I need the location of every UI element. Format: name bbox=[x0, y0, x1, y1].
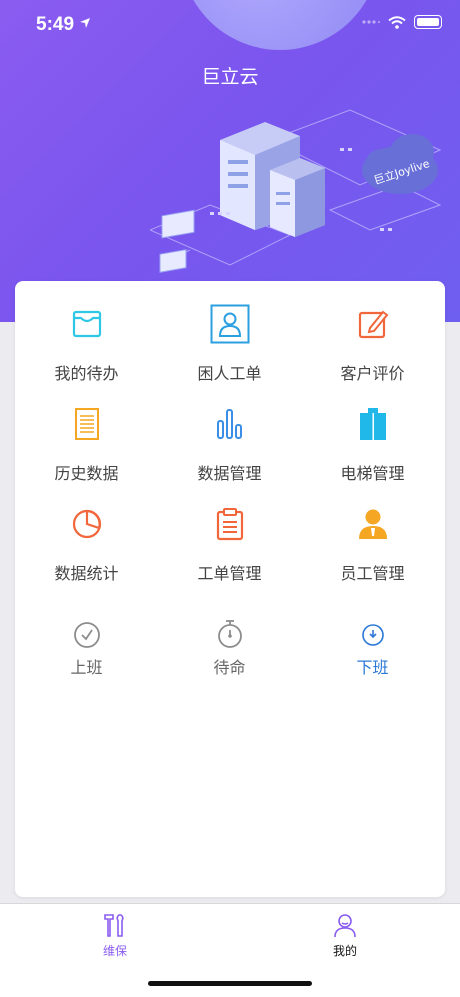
clock-out-button[interactable]: 下班 bbox=[301, 591, 444, 681]
user-icon bbox=[334, 914, 356, 938]
menu-item-elevator-management[interactable]: 电梯管理 bbox=[301, 381, 444, 483]
menu-item-my-todo[interactable]: 我的待办 bbox=[15, 281, 158, 383]
menu-item-label: 员工管理 bbox=[340, 564, 405, 583]
menu-item-history-data[interactable]: 历史数据 bbox=[15, 381, 158, 483]
status-bar: 5:49 bbox=[0, 0, 460, 50]
header-banner: 5:49 巨立云 巨立Joylive bbox=[0, 0, 460, 322]
tab-label: 我的 bbox=[332, 944, 357, 958]
staff-icon bbox=[358, 509, 387, 539]
server-cloud-illustration: 巨立Joylive bbox=[150, 109, 442, 273]
location-arrow-icon bbox=[80, 18, 90, 28]
clock-down-icon bbox=[361, 624, 384, 646]
inbox-icon bbox=[72, 310, 101, 338]
document-icon bbox=[74, 408, 99, 440]
clock-in-button[interactable]: 上班 bbox=[15, 591, 158, 681]
status-time: 5:49 bbox=[36, 14, 75, 35]
person-icon bbox=[210, 304, 249, 344]
clock-in-label: 上班 bbox=[70, 658, 103, 677]
elevator-icon bbox=[359, 408, 386, 440]
clipboard-icon bbox=[216, 508, 243, 541]
page-title: 巨立云 bbox=[201, 66, 259, 88]
edit-icon bbox=[358, 310, 388, 339]
home-indicator bbox=[148, 981, 312, 986]
tab-maintenance[interactable]: 维保 bbox=[55, 904, 175, 964]
menu-item-data-management[interactable]: 数据管理 bbox=[158, 381, 301, 483]
pie-chart-icon bbox=[72, 509, 101, 539]
standby-label: 待命 bbox=[213, 658, 246, 677]
signal-dots-icon bbox=[362, 20, 380, 24]
menu-item-label: 工单管理 bbox=[197, 564, 262, 583]
battery-icon bbox=[414, 15, 442, 29]
menu-item-trapped-orders[interactable]: 困人工单 bbox=[158, 281, 301, 383]
wifi-icon bbox=[388, 15, 406, 29]
menu-item-label: 数据统计 bbox=[54, 564, 119, 583]
menu-item-customer-review[interactable]: 客户评价 bbox=[301, 281, 444, 383]
bar-chart-icon bbox=[216, 409, 242, 439]
clock-out-label: 下班 bbox=[356, 658, 389, 677]
tab-label: 维保 bbox=[102, 944, 127, 958]
menu-item-data-statistics[interactable]: 数据统计 bbox=[15, 481, 158, 583]
stopwatch-icon bbox=[217, 620, 242, 648]
tools-icon bbox=[104, 914, 124, 937]
menu-item-staff-management[interactable]: 员工管理 bbox=[301, 481, 444, 583]
standby-button[interactable]: 待命 bbox=[158, 591, 301, 681]
feature-card: 我的待办 困人工单 客户评价 历史数据 数据管理 电梯管理 数据统计 工单管理 … bbox=[15, 281, 445, 897]
tab-mine[interactable]: 我的 bbox=[285, 904, 405, 964]
check-circle-icon bbox=[73, 622, 100, 648]
menu-item-work-order-management[interactable]: 工单管理 bbox=[158, 481, 301, 583]
